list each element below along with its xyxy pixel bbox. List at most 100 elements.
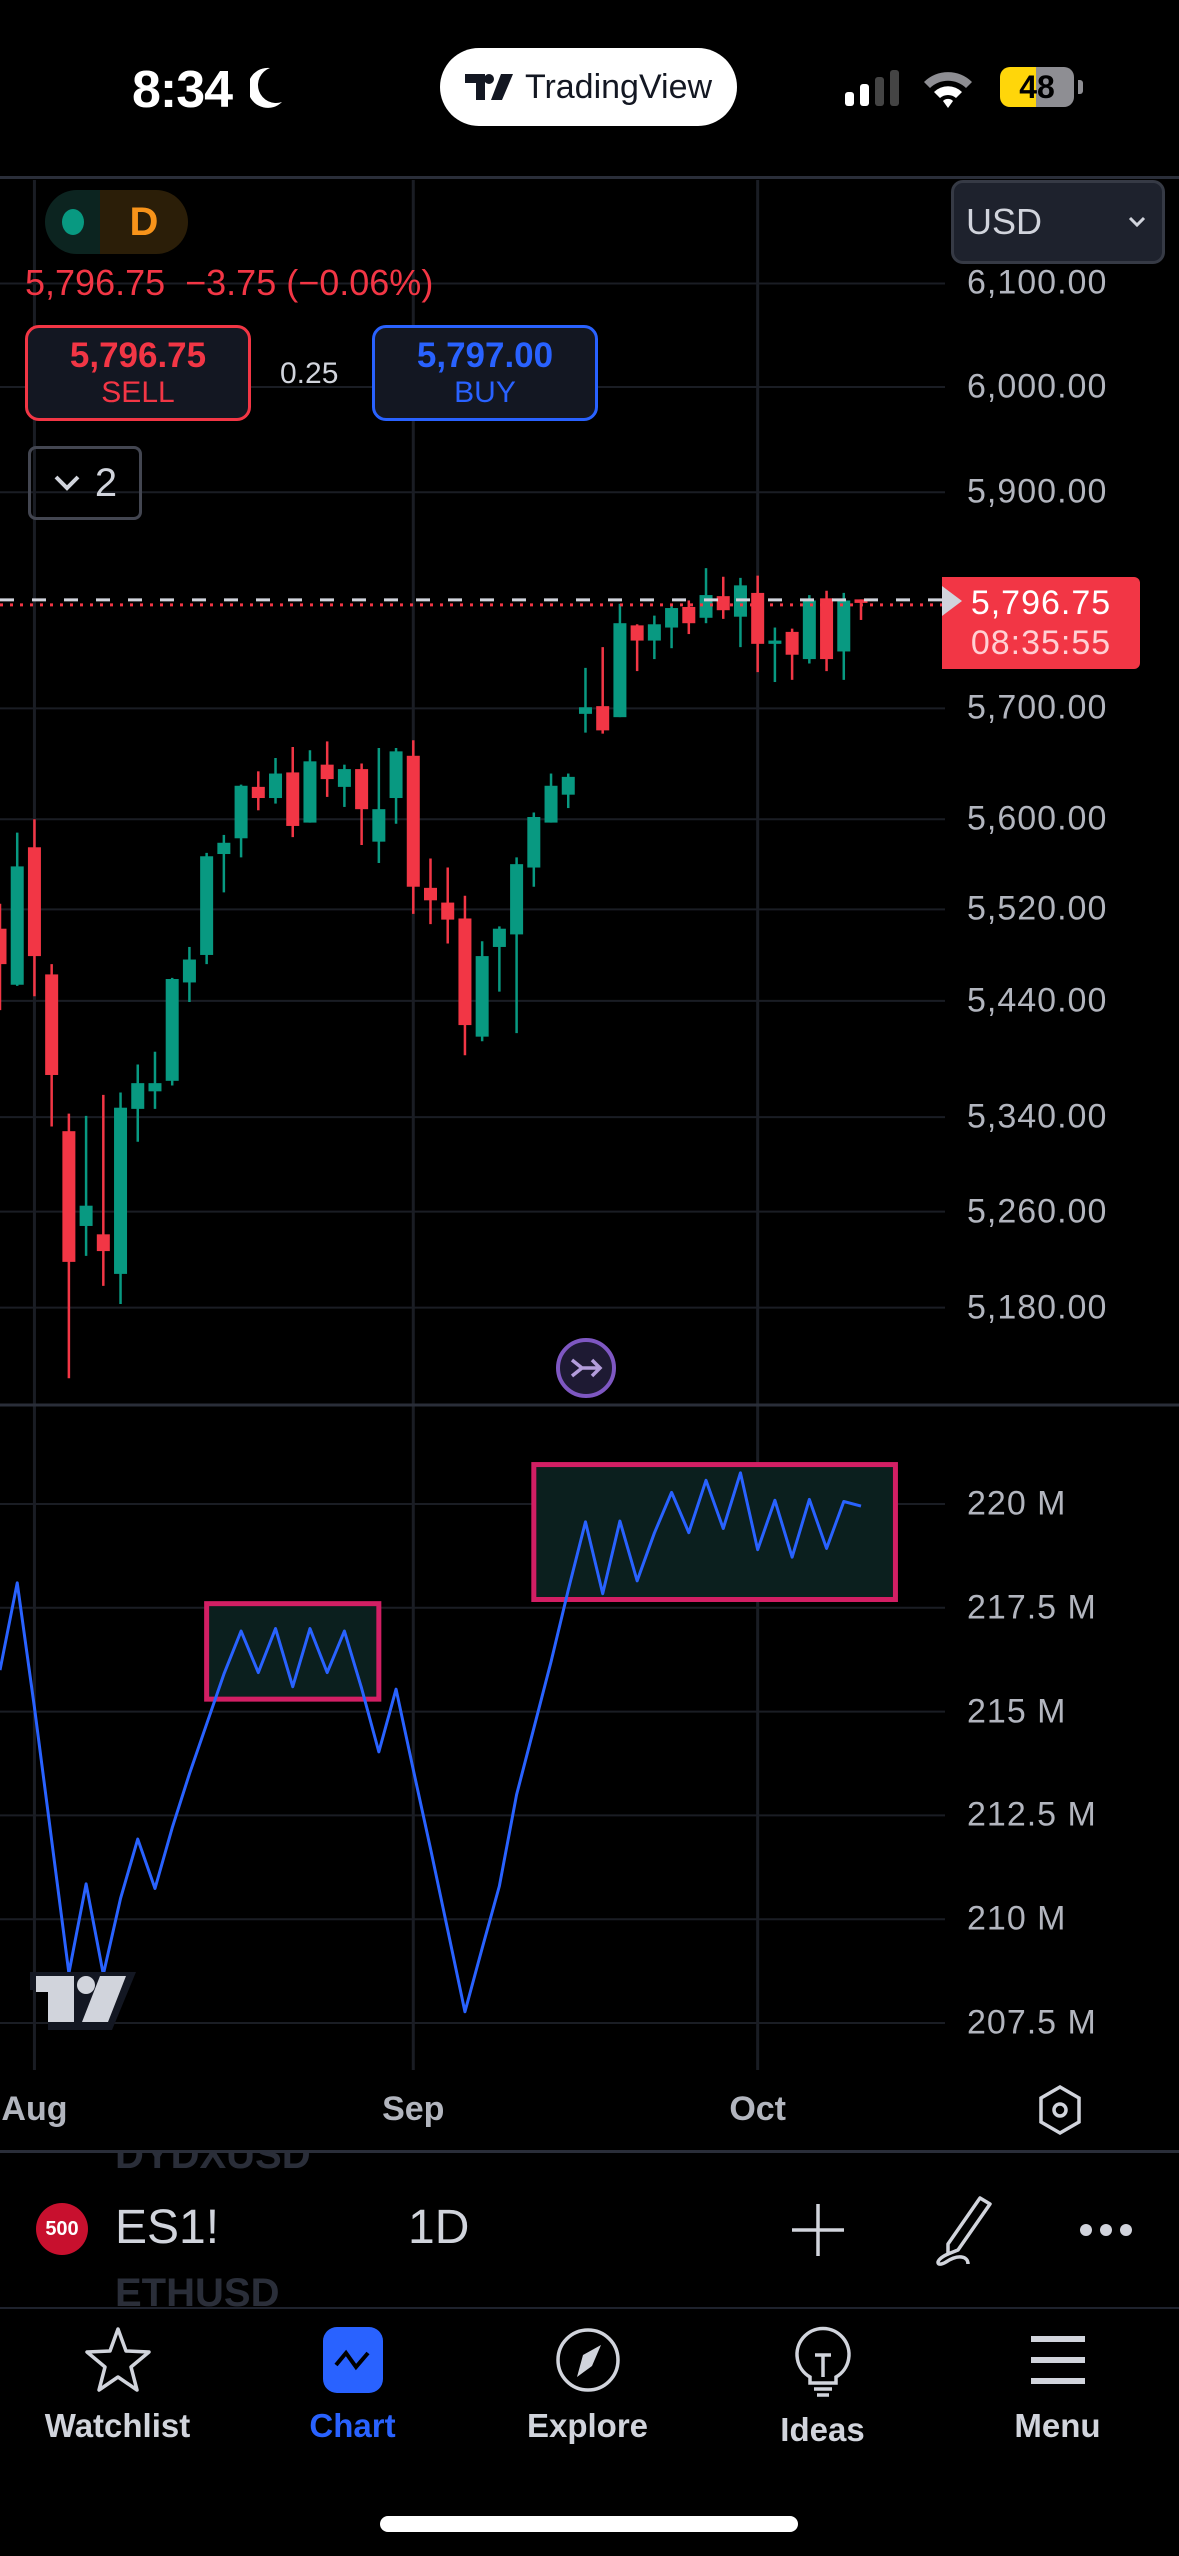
price-axis-label: 5,260.00 bbox=[967, 1192, 1108, 1231]
more-options-icon[interactable] bbox=[1078, 2220, 1134, 2240]
candle bbox=[251, 771, 265, 811]
candle-body bbox=[768, 640, 782, 644]
candle bbox=[62, 1113, 76, 1379]
candle-body bbox=[234, 785, 248, 839]
candle bbox=[269, 758, 283, 804]
time-axis-label: Oct bbox=[729, 2090, 787, 2128]
candle-body bbox=[544, 785, 558, 823]
price-arrow-icon bbox=[942, 586, 962, 616]
candle-body bbox=[114, 1107, 128, 1274]
chart-settings-icon[interactable] bbox=[1036, 2084, 1084, 2136]
candle bbox=[131, 1064, 145, 1142]
tab-menu[interactable]: Menu bbox=[940, 2325, 1175, 2445]
candle bbox=[630, 624, 644, 672]
candle bbox=[820, 590, 834, 672]
candle bbox=[372, 748, 386, 864]
candle-body bbox=[802, 600, 816, 660]
indicators-toggle-button[interactable]: 2 bbox=[28, 446, 142, 520]
price-axis-label: 6,100.00 bbox=[967, 263, 1108, 302]
pencil-draw-icon[interactable] bbox=[928, 2194, 996, 2268]
candle-body bbox=[337, 769, 351, 787]
indicator-axis-label: 207.5 M bbox=[967, 2003, 1097, 2042]
candle bbox=[492, 926, 506, 992]
candle-body bbox=[596, 706, 610, 731]
candle bbox=[475, 941, 489, 1042]
plus-icon[interactable] bbox=[790, 2202, 846, 2258]
candle-body bbox=[320, 764, 334, 780]
candle-body bbox=[10, 866, 24, 985]
tab-watchlist[interactable]: Watchlist bbox=[0, 2325, 235, 2445]
price-axis-label: 5,440.00 bbox=[967, 981, 1108, 1020]
candle-body bbox=[561, 776, 575, 795]
buy-label: BUY bbox=[454, 376, 516, 409]
candle-body bbox=[251, 786, 265, 799]
indicator-axis-label: 215 M bbox=[967, 1692, 1067, 1731]
tab-ideas[interactable]: Ideas bbox=[705, 2325, 940, 2449]
next-symbol[interactable]: ETHUSD bbox=[115, 2271, 279, 2308]
time-axis-label: Sep bbox=[382, 2090, 445, 2128]
currency-select[interactable]: USD bbox=[951, 180, 1165, 264]
candle-body bbox=[217, 842, 231, 855]
sell-label: SELL bbox=[101, 376, 175, 409]
candle-body bbox=[475, 956, 489, 1037]
price-axis-label: 5,520.00 bbox=[967, 889, 1108, 928]
candle-body bbox=[527, 817, 541, 868]
star-icon bbox=[84, 2327, 151, 2392]
price-axis-label: 6,000.00 bbox=[967, 367, 1108, 406]
candle-body bbox=[406, 755, 420, 887]
candle bbox=[182, 946, 196, 1002]
candle bbox=[613, 603, 627, 718]
candle bbox=[337, 764, 351, 807]
candle bbox=[785, 628, 799, 680]
interval-button[interactable]: 1D bbox=[408, 2200, 469, 2255]
buy-button[interactable]: 5,797.00 BUY bbox=[372, 325, 598, 421]
candle bbox=[303, 750, 317, 823]
price-axis-label: 5,900.00 bbox=[967, 472, 1108, 511]
candle bbox=[406, 740, 420, 914]
tab-label: Explore bbox=[526, 2407, 649, 2444]
tab-chart[interactable]: Chart bbox=[235, 2325, 470, 2445]
last-price-tag: 5,796.75 08:35:55 bbox=[942, 577, 1140, 669]
candle bbox=[665, 604, 679, 649]
candle bbox=[802, 595, 816, 664]
tab-explore[interactable]: Explore bbox=[470, 2325, 705, 2445]
market-open-dot-icon bbox=[61, 209, 84, 235]
candle bbox=[27, 819, 41, 997]
candle bbox=[854, 599, 868, 620]
compass-icon bbox=[555, 2328, 620, 2392]
candle-body bbox=[62, 1131, 76, 1262]
candle-body bbox=[716, 596, 730, 611]
candle-body bbox=[578, 707, 592, 714]
symbol-name-button[interactable]: ES1! bbox=[115, 2200, 219, 2255]
tab-label: Watchlist bbox=[44, 2407, 191, 2444]
candle bbox=[716, 576, 730, 619]
candle-body bbox=[458, 918, 472, 1026]
sell-button[interactable]: 5,796.75 SELL bbox=[25, 325, 251, 421]
indicators-count: 2 bbox=[94, 460, 118, 505]
price-axis-label: 5,340.00 bbox=[967, 1097, 1108, 1136]
market-status-pill[interactable]: D bbox=[45, 190, 188, 254]
chart-icon bbox=[322, 2327, 383, 2393]
candle bbox=[234, 784, 248, 858]
candle bbox=[217, 834, 231, 893]
candle bbox=[733, 577, 747, 648]
candle bbox=[45, 964, 59, 1127]
home-indicator[interactable] bbox=[380, 2516, 798, 2532]
candle-body bbox=[492, 928, 506, 947]
candle bbox=[510, 857, 524, 1034]
lightbulb-icon bbox=[794, 2326, 851, 2397]
menu-icon bbox=[1030, 2336, 1085, 2384]
candle-body bbox=[45, 974, 59, 1075]
candle-body bbox=[682, 606, 696, 624]
candle-body bbox=[148, 1083, 162, 1092]
last-price-value: 5,796.75 bbox=[970, 584, 1112, 622]
candle-body bbox=[665, 608, 679, 628]
candle-body bbox=[424, 887, 437, 901]
candle bbox=[165, 977, 179, 1086]
prev-symbol[interactable]: DYDXUSD bbox=[115, 2153, 311, 2178]
symbol-logo: 500 bbox=[36, 2203, 88, 2255]
candle-body bbox=[200, 856, 214, 955]
scroll-to-realtime-icon[interactable] bbox=[554, 1336, 618, 1400]
candle-body bbox=[182, 959, 196, 983]
candle-body bbox=[751, 592, 765, 644]
